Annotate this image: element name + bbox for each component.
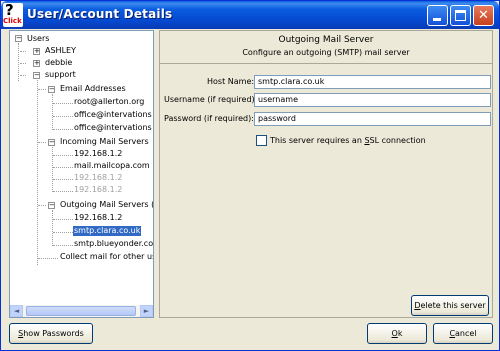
ok-label: k bbox=[397, 329, 403, 338]
tree-node-incoming-server-disabled[interactable]: 192.168.1.2 bbox=[74, 173, 122, 183]
delete-label: elete this server bbox=[420, 301, 486, 310]
tree-line bbox=[52, 147, 53, 192]
tree-line bbox=[18, 43, 19, 81]
tree-line bbox=[53, 155, 73, 156]
maximize-icon bbox=[455, 10, 466, 21]
incoming-collapse-toggle[interactable]: − bbox=[48, 139, 55, 146]
ssl-label-text: This server requires an bbox=[270, 136, 365, 145]
password-label: Password (if required): bbox=[164, 114, 254, 123]
tree-node-collect-mail[interactable]: Collect mail for other us bbox=[60, 252, 153, 262]
tree-horizontal-scrollbar[interactable]: ◄ ► bbox=[10, 305, 153, 317]
tree-line bbox=[52, 210, 53, 246]
tree-node-email[interactable]: office@intervations bbox=[74, 123, 152, 133]
ok-button[interactable]: Ok bbox=[367, 323, 427, 344]
debbie-expand-toggle[interactable]: + bbox=[33, 60, 40, 67]
email-collapse-toggle[interactable]: − bbox=[48, 86, 55, 93]
tree-line bbox=[53, 219, 73, 220]
tree-node-outgoing-servers[interactable]: Outgoing Mail Servers (S bbox=[60, 200, 153, 210]
panel-header: Outgoing Mail Server Configure an outgoi… bbox=[160, 31, 492, 64]
users-collapse-toggle[interactable]: − bbox=[15, 35, 22, 42]
host-name-field[interactable]: smtp.clara.co.uk bbox=[254, 75, 491, 89]
outgoing-collapse-toggle[interactable]: − bbox=[48, 202, 55, 209]
tree-line bbox=[38, 142, 46, 143]
tree-line bbox=[53, 245, 73, 246]
tree-line bbox=[52, 94, 53, 130]
tree-line bbox=[53, 232, 73, 233]
tree-node-incoming-server[interactable]: mail.mailcopa.com bbox=[74, 161, 150, 171]
tree-line bbox=[53, 167, 73, 168]
tree-node-outgoing-server[interactable]: 192.168.1.2 bbox=[74, 213, 122, 223]
scroll-left-icon[interactable]: ◄ bbox=[10, 305, 23, 317]
tree-line bbox=[53, 103, 73, 104]
delete-server-button[interactable]: Delete this server bbox=[411, 295, 489, 316]
scroll-right-icon[interactable]: ► bbox=[140, 305, 153, 317]
tree-line bbox=[53, 191, 73, 192]
tree-node-outgoing-server-selected[interactable]: smtp.clara.co.uk bbox=[73, 226, 142, 236]
maximize-button[interactable] bbox=[450, 5, 471, 26]
tree-line bbox=[38, 205, 46, 206]
tree-line bbox=[38, 258, 58, 259]
scroll-thumb[interactable] bbox=[26, 306, 136, 316]
username-label: Username (if required): bbox=[164, 95, 258, 104]
show-label: how Passwords bbox=[23, 329, 84, 338]
account-details-window: ? Click User/Account Details ✕ − Users +… bbox=[0, 0, 500, 351]
ssl-checkbox[interactable] bbox=[256, 135, 267, 146]
click-text: Click bbox=[3, 17, 22, 25]
tree-node-user-support[interactable]: support bbox=[45, 70, 76, 80]
username-field[interactable]: username bbox=[254, 93, 491, 107]
tree-node-email-addresses[interactable]: Email Addresses bbox=[60, 84, 126, 94]
password-field[interactable]: password bbox=[254, 112, 491, 126]
tree-line bbox=[38, 89, 46, 90]
tree-node-email[interactable]: root@allerton.org bbox=[74, 97, 144, 107]
help-click-icon[interactable]: ? Click bbox=[3, 1, 23, 27]
tree-node-incoming-servers[interactable]: Incoming Mail Servers bbox=[60, 137, 149, 147]
title-bar[interactable]: ? Click User/Account Details ✕ bbox=[1, 1, 499, 29]
show-passwords-button[interactable]: Show Passwords bbox=[9, 323, 93, 344]
server-settings-panel: Outgoing Mail Server Configure an outgoi… bbox=[159, 30, 493, 318]
tree-line bbox=[53, 129, 73, 130]
close-icon: ✕ bbox=[478, 8, 489, 23]
support-collapse-toggle[interactable]: − bbox=[33, 72, 40, 79]
users-tree[interactable]: − Users + ASHLEY + debbie − support − Em… bbox=[9, 30, 154, 318]
tree-node-incoming-server-disabled[interactable]: 192.168.1.2 bbox=[74, 185, 122, 195]
tree-node-user-debbie[interactable]: debbie bbox=[45, 58, 72, 68]
tree-node-outgoing-server[interactable]: smtp.blueyonder.co bbox=[74, 239, 153, 249]
tree-line bbox=[20, 75, 26, 76]
window-title: User/Account Details bbox=[27, 7, 173, 21]
ssl-checkbox-label[interactable]: This server requires an SSL connection bbox=[270, 136, 426, 145]
tree-line bbox=[53, 179, 73, 180]
tree-line bbox=[37, 80, 38, 265]
cancel-label: ancel bbox=[455, 329, 477, 338]
ssl-label-text-rest: SL connection bbox=[369, 136, 426, 145]
tree-line bbox=[20, 63, 26, 64]
minimize-button[interactable] bbox=[427, 5, 448, 26]
minimize-icon bbox=[433, 18, 441, 21]
host-name-label: Host Name: bbox=[207, 77, 255, 86]
tree-node-user-ashley[interactable]: ASHLEY bbox=[45, 46, 76, 56]
tree-node-email[interactable]: office@intervations bbox=[74, 110, 152, 120]
tree-node-incoming-server[interactable]: 192.168.1.2 bbox=[74, 149, 122, 159]
tree-line bbox=[20, 51, 26, 52]
panel-subtitle: Configure an outgoing (SMTP) mail server bbox=[242, 48, 410, 57]
tree-line bbox=[53, 116, 73, 117]
panel-title: Outgoing Mail Server bbox=[278, 35, 374, 45]
ashley-expand-toggle[interactable]: + bbox=[33, 48, 40, 55]
cancel-button[interactable]: Cancel bbox=[433, 323, 493, 344]
tree-node-users[interactable]: Users bbox=[27, 34, 49, 44]
close-button[interactable]: ✕ bbox=[473, 5, 494, 26]
